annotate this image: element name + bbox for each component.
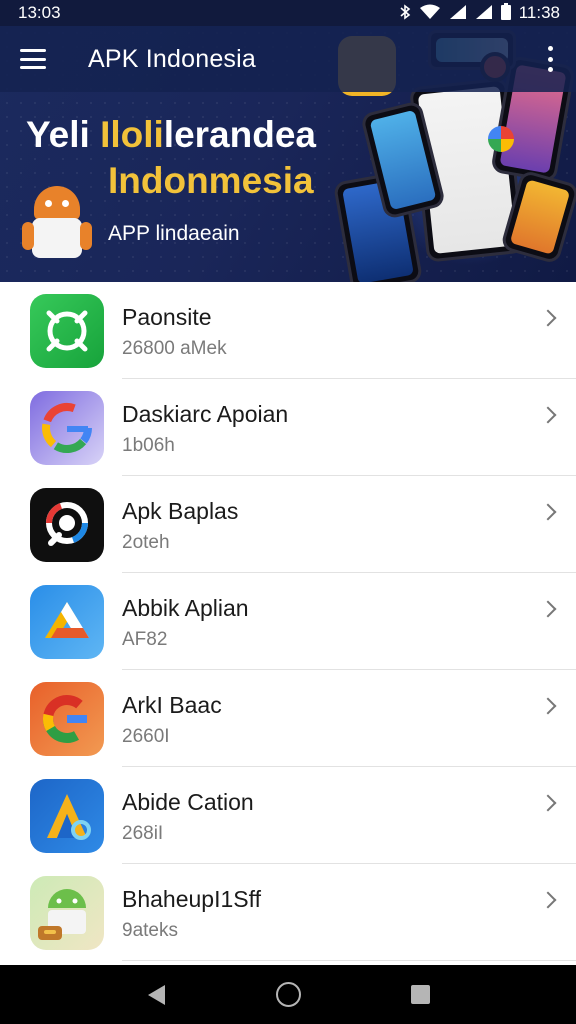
app-title: ArkI Baac	[122, 692, 222, 718]
app-list-item[interactable]: Abbik Aplian AF82	[0, 573, 576, 670]
back-icon	[147, 984, 165, 1005]
chevron-right-icon	[539, 697, 557, 715]
hero-title-line2: Indonmesia	[108, 160, 314, 201]
camera-lens-icon	[30, 487, 104, 562]
more-options-icon[interactable]	[546, 46, 554, 72]
chevron-right-icon	[539, 503, 557, 521]
recents-button[interactable]	[400, 975, 440, 1015]
app-title: Abbik Aplian	[122, 595, 249, 621]
app-title: BhaheupI1Sff	[122, 886, 261, 912]
app-bar: APK Indonesia	[0, 26, 576, 92]
android-robot-icon	[22, 186, 92, 264]
app-subtitle: 9ateks	[122, 920, 178, 941]
app-subtitle: AF82	[122, 629, 168, 650]
app-list-item[interactable]: Daskiarc Apoian 1b06h	[0, 379, 576, 476]
home-icon	[275, 982, 301, 1007]
chevron-right-icon	[539, 406, 557, 424]
status-time-left: 13:03	[18, 3, 61, 22]
google-g-icon	[30, 390, 104, 465]
google-g-icon	[30, 681, 104, 756]
app-list-item[interactable]: ArkI Baac 2660I	[0, 670, 576, 767]
bluetooth-icon	[399, 3, 411, 23]
hero-banner: APK Indonesia Yeli Ilolilerandea Indonme…	[0, 26, 576, 282]
app-title: Apk Baplas	[122, 498, 239, 524]
battery-icon	[500, 3, 511, 23]
drive-triangle-icon	[30, 584, 104, 659]
hero-title: Yeli Ilolilerandea	[26, 114, 316, 155]
chevron-right-icon	[539, 794, 557, 812]
app-title: Paonsite	[122, 304, 212, 330]
navigation-bar	[0, 965, 576, 1024]
app-subtitle: 1b06h	[122, 435, 175, 456]
app-list-item[interactable]: BhaheupI1Sff 9ateks	[0, 864, 576, 961]
app-subtitle: 2660I	[122, 726, 170, 747]
app-list-item[interactable]: Apk Baplas 2oteh	[0, 476, 576, 573]
back-button[interactable]	[136, 975, 176, 1015]
wifi-icon	[419, 4, 441, 23]
app-list: Paonsite 26800 aMek Daskiarc Apoian 1b06…	[0, 282, 576, 965]
hero-subtitle: APP lindaeain	[108, 222, 240, 245]
app-list-item[interactable]: Abide Cation 268iI	[0, 767, 576, 864]
app-subtitle: 268iI	[122, 823, 164, 844]
status-icons: 11:38	[399, 3, 560, 23]
a-letter-icon	[30, 778, 104, 853]
recents-icon	[410, 985, 430, 1004]
signal-icon	[449, 4, 467, 23]
chevron-right-icon	[539, 891, 557, 909]
status-time-right: 11:38	[518, 3, 560, 22]
app-list-item[interactable]: Paonsite 26800 aMek	[0, 282, 576, 379]
app-title: Abide Cation	[122, 789, 254, 815]
chevron-right-icon	[539, 309, 557, 327]
android-robot-icon	[30, 875, 104, 950]
app-subtitle: 26800 aMek	[122, 338, 227, 359]
status-bar: 13:03 11:38	[0, 0, 576, 26]
app-subtitle: 2oteh	[122, 532, 170, 553]
home-button[interactable]	[268, 975, 308, 1015]
chevron-right-icon	[539, 600, 557, 618]
signal-icon	[475, 4, 493, 23]
app-title: Daskiarc Apoian	[122, 401, 289, 427]
chat-bubble-icon	[30, 293, 104, 368]
app-title: APK Indonesia	[88, 44, 256, 73]
menu-icon[interactable]	[20, 49, 46, 69]
